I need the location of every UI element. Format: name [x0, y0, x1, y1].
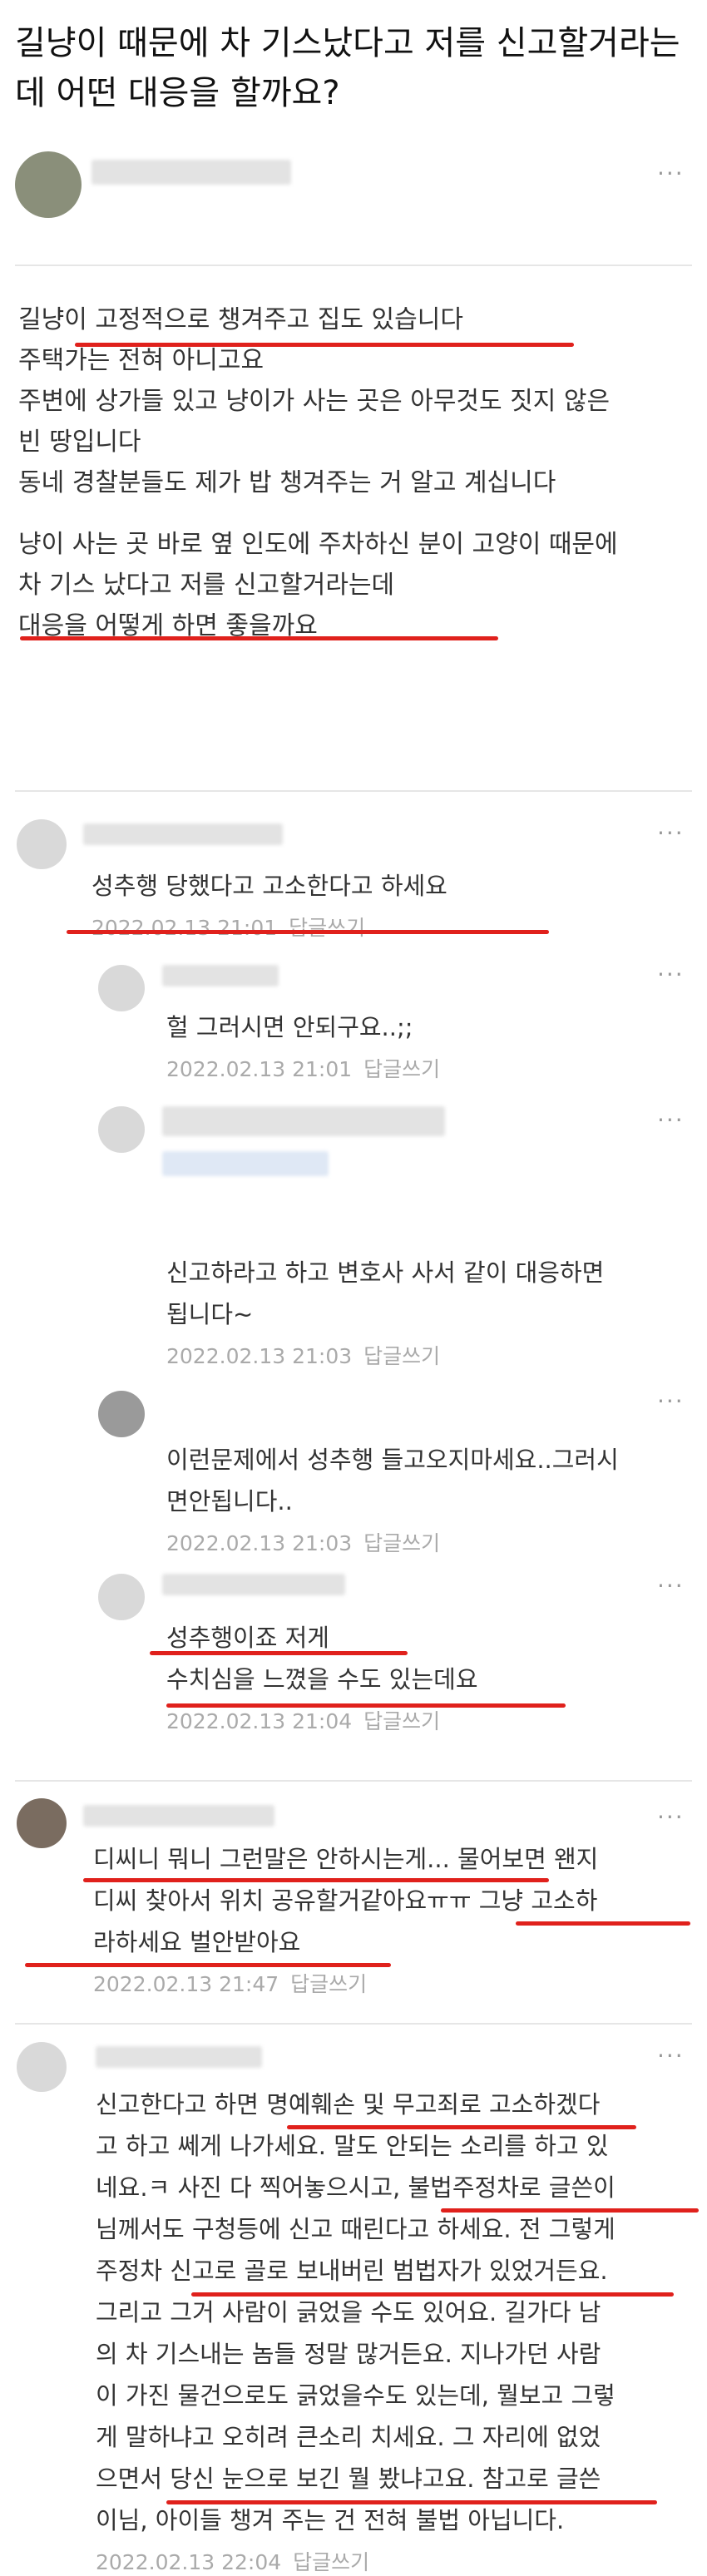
- comment-date: 2022.02.13 21:03: [166, 1344, 353, 1368]
- comments-divider: [15, 790, 692, 792]
- author-name-blurred: [91, 160, 291, 185]
- highlight-underline: [150, 1651, 408, 1655]
- post-more-icon[interactable]: ···: [657, 160, 685, 187]
- highlight-underline: [191, 2292, 674, 2297]
- commenter-name-blurred: [96, 2046, 262, 2068]
- comment-text: 디씨 찾아서 위치 공유할거같아요ㅠㅠ 그냥 고소하: [93, 1886, 598, 1915]
- commenter-name-blurred: [162, 965, 279, 986]
- comment-text: 고 하고 쎄게 나가세요. 말도 안되는 소리를 하고 있: [96, 2132, 609, 2160]
- commenter-avatar[interactable]: [17, 819, 67, 869]
- comment-date: 2022.02.13 21:47: [93, 1972, 279, 1996]
- comment-more-icon[interactable]: ···: [657, 819, 685, 847]
- comment-text: 으면서 당신 눈으로 보긴 뭘 봤냐고요. 참고로 글쓴: [96, 2465, 601, 2493]
- commenter-avatar[interactable]: [98, 1574, 145, 1620]
- comment-text: 그리고 그거 사람이 긁었을 수도 있어요. 길가다 남: [96, 2298, 601, 2326]
- reply-link[interactable]: 답글쓰기: [363, 1709, 440, 1733]
- comment-date: 2022.02.13 21:04: [166, 1709, 353, 1733]
- reply-link[interactable]: 답글쓰기: [363, 1057, 440, 1081]
- commenter-name-blurred: [162, 1106, 445, 1136]
- comment-text: 라하세요 벌안받아요: [93, 1928, 301, 1956]
- post-divider: [15, 265, 692, 266]
- comment-text: 네요.ㅋ 사진 다 찍어놓으시고, 불법주정차로 글쓴이: [96, 2173, 616, 2202]
- highlight-underline: [20, 636, 498, 640]
- commenter-avatar[interactable]: [98, 1391, 145, 1437]
- highlight-underline: [75, 343, 574, 347]
- comment-more-icon[interactable]: ···: [657, 1803, 685, 1831]
- comment-text: 님께서도 구청등에 신고 때린다고 하세요. 전 그렇게: [96, 2215, 616, 2243]
- reply-link[interactable]: 답글쓰기: [293, 2550, 369, 2574]
- comment-more-icon[interactable]: ···: [657, 1572, 685, 1599]
- post-body-line: 빈 땅입니다: [18, 428, 141, 457]
- comment-text: 이님, 아이들 챙겨 주는 건 전혀 불법 아닙니다.: [96, 2506, 565, 2534]
- highlight-underline: [67, 930, 549, 934]
- author-avatar[interactable]: [15, 151, 82, 218]
- comment-date: 2022.02.13 21:01: [91, 916, 278, 940]
- reply-link[interactable]: 답글쓰기: [289, 916, 365, 940]
- comment-text: 신고한다고 하면 명예훼손 및 무고죄로 고소하겠다: [96, 2090, 601, 2119]
- comment-text: 의 차 기스내는 놈들 정말 많거든요. 지나가던 사람: [96, 2340, 601, 2368]
- comment-text: 헐 그러시면 안되구요..;;: [166, 1013, 413, 1041]
- reply-link[interactable]: 답글쓰기: [363, 1531, 440, 1555]
- post-body-line: 주변에 상가들 있고 냥이가 사는 곳은 아무것도 짓지 않은: [18, 387, 611, 416]
- reply-comment: 성추행이죠 저게 수치심을 느꼈을 수도 있는데요 2022.02.13 21:…: [166, 1617, 478, 1735]
- highlight-underline: [166, 1703, 566, 1708]
- post-body-line: 길냥이 고정적으로 챙겨주고 집도 있습니다: [18, 305, 463, 334]
- comment-text: 주정차 신고로 골로 보내버린 범법자가 있었거든요.: [96, 2257, 608, 2285]
- commenter-name-blurred: [162, 1574, 345, 1595]
- comment-more-icon[interactable]: ···: [657, 2042, 685, 2069]
- reply-comment: 신고하라고 하고 변호사 사서 같이 대응하면 됩니다~ 2022.02.13 …: [166, 1252, 604, 1370]
- commenter-name-blurred: [162, 1151, 329, 1176]
- highlight-underline: [441, 2208, 699, 2213]
- highlight-underline: [83, 1878, 549, 1882]
- highlight-underline: [287, 2125, 636, 2129]
- comment-text: 게 말하냐고 오히려 큰소리 치세요. 그 자리에 없었: [96, 2423, 601, 2451]
- post-body-line: 냥이 사는 곳 바로 옆 인도에 주차하신 분이 고양이 때문에: [18, 530, 618, 559]
- comment-text: 수치심을 느꼈을 수도 있는데요: [166, 1665, 478, 1693]
- highlight-underline: [25, 1963, 391, 1967]
- comment-text: 이런문제에서 성추행 들고오지마세요..그러시: [166, 1446, 619, 1474]
- post-body-blank: [18, 503, 618, 524]
- post-body-line: 차 기스 났다고 저를 신고할거라는데: [18, 571, 395, 600]
- highlight-underline: [166, 2500, 657, 2504]
- comment-text: 면안됩니다..: [166, 1487, 293, 1515]
- comment-text: 디씨니 뭐니 그런말은 안하시는게... 물어보면 왠지: [93, 1845, 599, 1873]
- comment-text: 됩니다~: [166, 1300, 254, 1328]
- comment-date: 2022.02.13 21:01: [166, 1057, 353, 1081]
- reply-link[interactable]: 답글쓰기: [290, 1972, 367, 1996]
- comment-divider: [15, 2023, 692, 2025]
- commenter-avatar[interactable]: [17, 2042, 67, 2092]
- comment-more-icon[interactable]: ···: [657, 1106, 685, 1134]
- comment-text: 이 가진 물건으로도 긁었을수도 있는데, 뭘보고 그렇: [96, 2381, 616, 2410]
- commenter-name-blurred: [83, 823, 283, 845]
- commenter-name-blurred: [83, 1805, 274, 1827]
- commenter-avatar[interactable]: [98, 1106, 145, 1153]
- commenter-avatar[interactable]: [98, 965, 145, 1011]
- comment-more-icon[interactable]: ···: [657, 1387, 685, 1415]
- comment-divider: [15, 1780, 692, 1782]
- reply-comment: 이런문제에서 성추행 들고오지마세요..그러시 면안됩니다.. 2022.02.…: [166, 1439, 619, 1557]
- reply-link[interactable]: 답글쓰기: [363, 1344, 440, 1368]
- comment-text: 성추행 당했다고 고소한다고 하세요: [91, 872, 447, 900]
- post-title: 길냥이 때문에 차 기스났다고 저를 신고할거라는데 어떤 대응을 할까요?: [15, 24, 680, 112]
- comment-text: 신고하라고 하고 변호사 사서 같이 대응하면: [166, 1258, 605, 1287]
- commenter-avatar[interactable]: [17, 1798, 67, 1848]
- comment-date: 2022.02.13 21:03: [166, 1531, 353, 1555]
- post-body-line: 동네 경찰분들도 제가 밥 챙겨주는 거 알고 계십니다: [18, 468, 556, 497]
- post-body: 길냥이 고정적으로 챙겨주고 집도 있습니다 주택가는 전혀 아니고요 주변에 …: [18, 299, 618, 646]
- reply-comment: 헐 그러시면 안되구요..;; 2022.02.13 21:01 답글쓰기: [166, 1006, 440, 1083]
- comment-date: 2022.02.13 22:04: [96, 2550, 282, 2574]
- comment-more-icon[interactable]: ···: [657, 961, 685, 988]
- comment: 디씨니 뭐니 그런말은 안하시는게... 물어보면 왠지 디씨 찾아서 위치 공…: [93, 1838, 598, 1998]
- highlight-underline: [516, 1921, 690, 1926]
